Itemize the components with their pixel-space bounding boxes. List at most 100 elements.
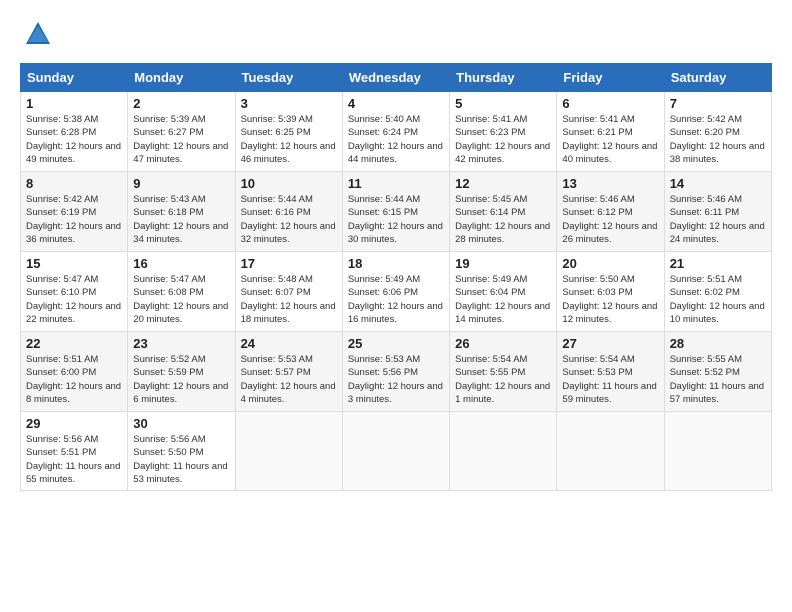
calendar-cell: 5 Sunrise: 5:41 AMSunset: 6:23 PMDaylight… [450,92,557,172]
calendar-week-4: 22 Sunrise: 5:51 AMSunset: 6:00 PMDayligh… [21,332,772,412]
day-number: 24 [241,336,337,351]
calendar-cell: 20Sunrise: 5:50 AMSunset: 6:03 PMDayligh… [557,252,664,332]
day-number: 8 [26,176,122,191]
day-info: Sunrise: 5:40 AMSunset: 6:24 PMDaylight:… [348,113,444,166]
day-info: Sunrise: 5:45 AMSunset: 6:14 PMDaylight:… [455,193,551,246]
day-info: Sunrise: 5:46 AMSunset: 6:11 PMDaylight:… [670,193,766,246]
day-number: 28 [670,336,766,351]
day-number: 15 [26,256,122,271]
day-info: Sunrise: 5:49 AMSunset: 6:06 PMDaylight:… [348,273,444,326]
calendar-cell: 30 Sunrise: 5:56 AMSunset: 5:50 PMDayligh… [128,412,235,491]
day-number: 26 [455,336,551,351]
calendar-cell [235,412,342,491]
weekday-header-monday: Monday [128,64,235,92]
calendar-cell: 24Sunrise: 5:53 AMSunset: 5:57 PMDayligh… [235,332,342,412]
day-info: Sunrise: 5:47 AMSunset: 6:10 PMDaylight:… [26,273,122,326]
calendar-cell: 10 Sunrise: 5:44 AMSunset: 6:16 PMDayligh… [235,172,342,252]
weekday-header-friday: Friday [557,64,664,92]
calendar-week-3: 15 Sunrise: 5:47 AMSunset: 6:10 PMDayligh… [21,252,772,332]
calendar-cell: 8 Sunrise: 5:42 AMSunset: 6:19 PMDaylight… [21,172,128,252]
day-info: Sunrise: 5:52 AMSunset: 5:59 PMDaylight:… [133,353,229,406]
calendar-cell: 15 Sunrise: 5:47 AMSunset: 6:10 PMDayligh… [21,252,128,332]
day-info: Sunrise: 5:42 AMSunset: 6:20 PMDaylight:… [670,113,766,166]
calendar-cell [664,412,771,491]
day-number: 19 [455,256,551,271]
calendar-cell: 22 Sunrise: 5:51 AMSunset: 6:00 PMDayligh… [21,332,128,412]
calendar-week-1: 1Sunrise: 5:38 AMSunset: 6:28 PMDaylight… [21,92,772,172]
calendar-week-5: 29 Sunrise: 5:56 AMSunset: 5:51 PMDayligh… [21,412,772,491]
day-info: Sunrise: 5:38 AMSunset: 6:28 PMDaylight:… [26,113,122,166]
day-number: 12 [455,176,551,191]
day-number: 17 [241,256,337,271]
day-info: Sunrise: 5:41 AMSunset: 6:23 PMDaylight:… [455,113,551,166]
calendar-cell: 6 Sunrise: 5:41 AMSunset: 6:21 PMDaylight… [557,92,664,172]
day-info: Sunrise: 5:55 AMSunset: 5:52 PMDaylight:… [670,353,766,406]
day-number: 11 [348,176,444,191]
calendar-cell: 4 Sunrise: 5:40 AMSunset: 6:24 PMDaylight… [342,92,449,172]
calendar-table: SundayMondayTuesdayWednesdayThursdayFrid… [20,63,772,491]
calendar-body: 1Sunrise: 5:38 AMSunset: 6:28 PMDaylight… [21,92,772,491]
day-number: 2 [133,96,229,111]
day-info: Sunrise: 5:42 AMSunset: 6:19 PMDaylight:… [26,193,122,246]
calendar-cell: 16 Sunrise: 5:47 AMSunset: 6:08 PMDayligh… [128,252,235,332]
day-info: Sunrise: 5:51 AMSunset: 6:00 PMDaylight:… [26,353,122,406]
calendar-cell: 29 Sunrise: 5:56 AMSunset: 5:51 PMDayligh… [21,412,128,491]
weekday-header-tuesday: Tuesday [235,64,342,92]
day-info: Sunrise: 5:56 AMSunset: 5:51 PMDaylight:… [26,433,122,486]
calendar-cell: 7Sunrise: 5:42 AMSunset: 6:20 PMDaylight… [664,92,771,172]
day-info: Sunrise: 5:44 AMSunset: 6:16 PMDaylight:… [241,193,337,246]
calendar-cell: 28 Sunrise: 5:55 AMSunset: 5:52 PMDayligh… [664,332,771,412]
day-number: 21 [670,256,766,271]
calendar-cell: 23 Sunrise: 5:52 AMSunset: 5:59 PMDayligh… [128,332,235,412]
weekday-header-saturday: Saturday [664,64,771,92]
calendar-cell: 19Sunrise: 5:49 AMSunset: 6:04 PMDayligh… [450,252,557,332]
calendar-cell: 18 Sunrise: 5:49 AMSunset: 6:06 PMDayligh… [342,252,449,332]
weekday-header-wednesday: Wednesday [342,64,449,92]
day-number: 4 [348,96,444,111]
day-number: 22 [26,336,122,351]
day-info: Sunrise: 5:44 AMSunset: 6:15 PMDaylight:… [348,193,444,246]
calendar-cell: 25 Sunrise: 5:53 AMSunset: 5:56 PMDayligh… [342,332,449,412]
calendar-cell [557,412,664,491]
logo-icon [24,20,52,48]
day-number: 27 [562,336,658,351]
day-info: Sunrise: 5:48 AMSunset: 6:07 PMDaylight:… [241,273,337,326]
day-info: Sunrise: 5:53 AMSunset: 5:56 PMDaylight:… [348,353,444,406]
day-info: Sunrise: 5:41 AMSunset: 6:21 PMDaylight:… [562,113,658,166]
day-number: 16 [133,256,229,271]
day-number: 5 [455,96,551,111]
day-number: 6 [562,96,658,111]
day-info: Sunrise: 5:46 AMSunset: 6:12 PMDaylight:… [562,193,658,246]
day-number: 23 [133,336,229,351]
day-info: Sunrise: 5:51 AMSunset: 6:02 PMDaylight:… [670,273,766,326]
calendar-cell: 3 Sunrise: 5:39 AMSunset: 6:25 PMDaylight… [235,92,342,172]
day-info: Sunrise: 5:47 AMSunset: 6:08 PMDaylight:… [133,273,229,326]
day-number: 29 [26,416,122,431]
day-number: 18 [348,256,444,271]
page-header [20,20,772,48]
calendar-cell: 11 Sunrise: 5:44 AMSunset: 6:15 PMDayligh… [342,172,449,252]
calendar-cell [342,412,449,491]
calendar-cell [450,412,557,491]
calendar-cell: 13 Sunrise: 5:46 AMSunset: 6:12 PMDayligh… [557,172,664,252]
day-info: Sunrise: 5:43 AMSunset: 6:18 PMDaylight:… [133,193,229,246]
day-info: Sunrise: 5:56 AMSunset: 5:50 PMDaylight:… [133,433,229,486]
day-info: Sunrise: 5:39 AMSunset: 6:25 PMDaylight:… [241,113,337,166]
calendar-cell: 27Sunrise: 5:54 AMSunset: 5:53 PMDayligh… [557,332,664,412]
day-number: 3 [241,96,337,111]
day-number: 25 [348,336,444,351]
calendar-cell: 21 Sunrise: 5:51 AMSunset: 6:02 PMDayligh… [664,252,771,332]
day-number: 14 [670,176,766,191]
day-number: 10 [241,176,337,191]
calendar-cell: 26Sunrise: 5:54 AMSunset: 5:55 PMDayligh… [450,332,557,412]
day-info: Sunrise: 5:39 AMSunset: 6:27 PMDaylight:… [133,113,229,166]
calendar-cell: 9Sunrise: 5:43 AMSunset: 6:18 PMDaylight… [128,172,235,252]
calendar-cell: 2 Sunrise: 5:39 AMSunset: 6:27 PMDaylight… [128,92,235,172]
calendar-cell: 12 Sunrise: 5:45 AMSunset: 6:14 PMDayligh… [450,172,557,252]
calendar-week-2: 8 Sunrise: 5:42 AMSunset: 6:19 PMDaylight… [21,172,772,252]
day-number: 30 [133,416,229,431]
weekday-header-thursday: Thursday [450,64,557,92]
logo [20,20,52,48]
day-number: 13 [562,176,658,191]
calendar-cell: 14 Sunrise: 5:46 AMSunset: 6:11 PMDayligh… [664,172,771,252]
